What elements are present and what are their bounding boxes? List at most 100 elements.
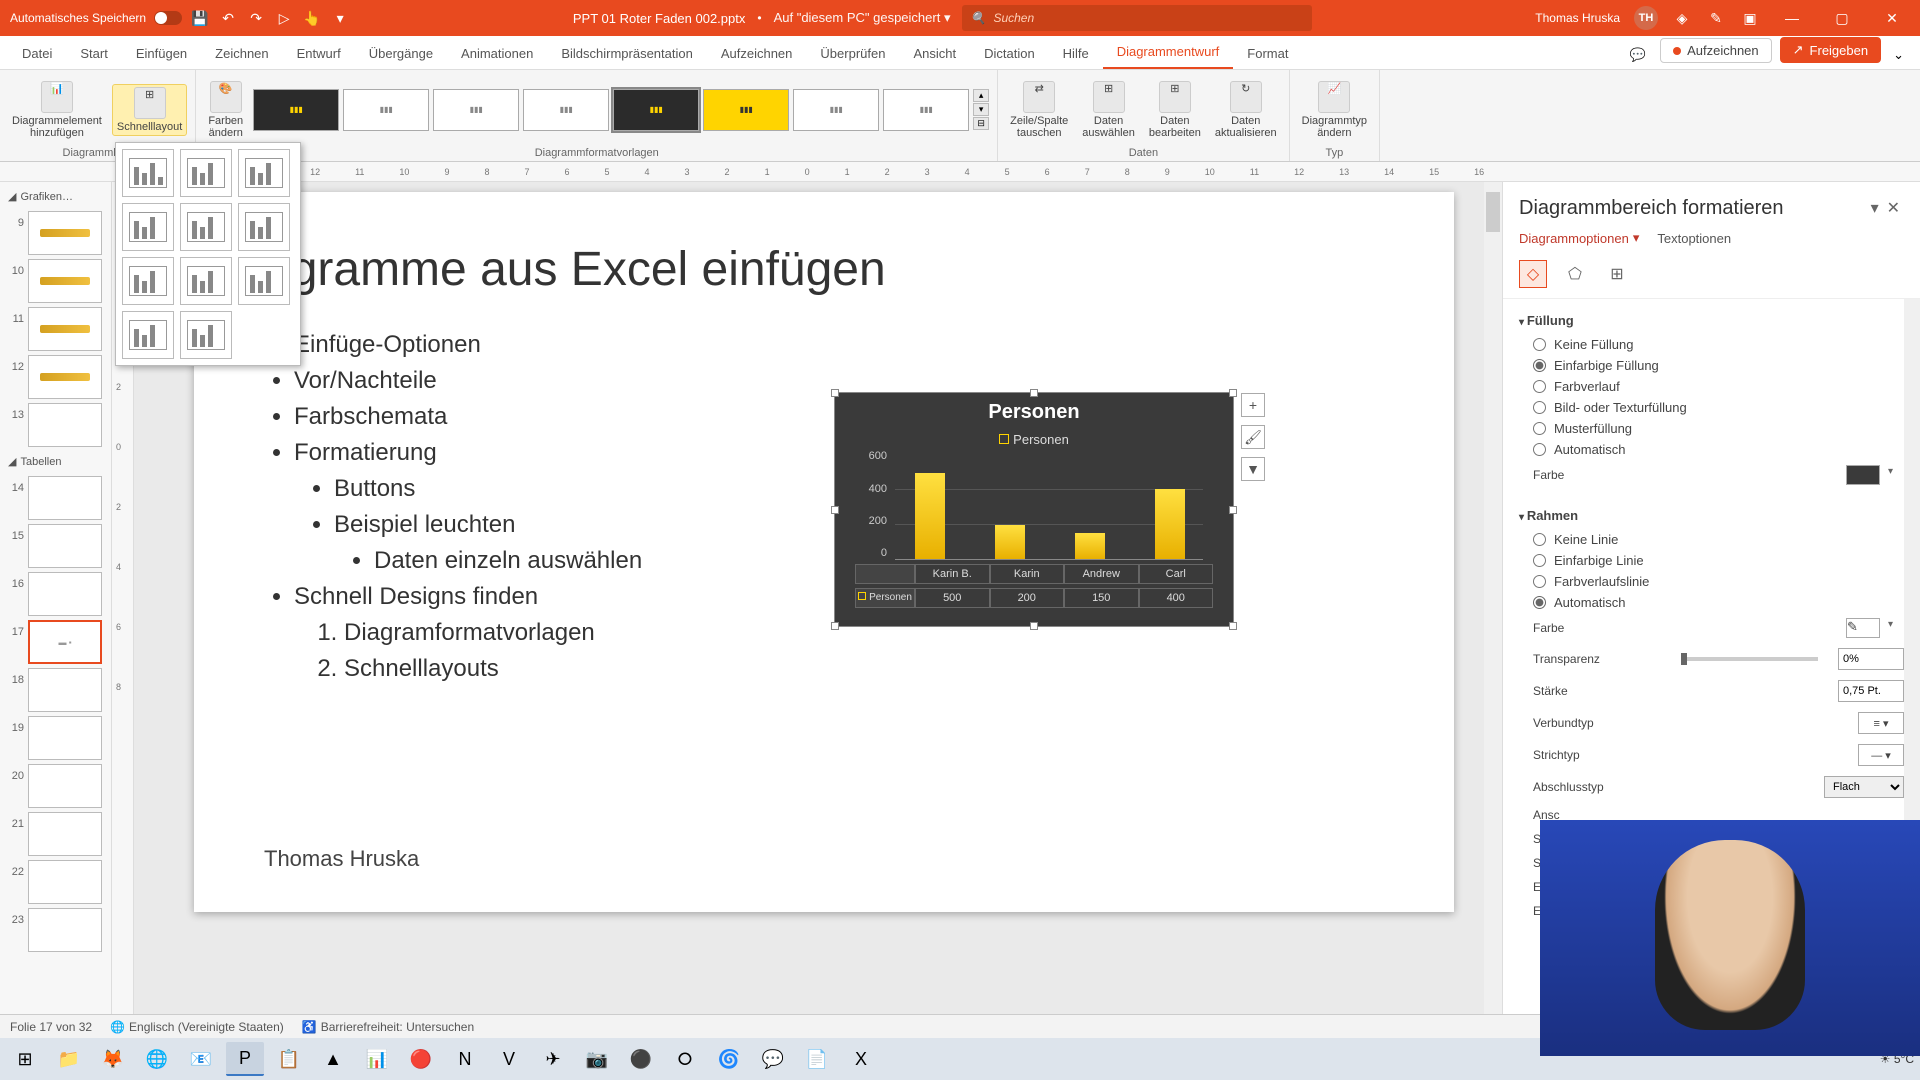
slide-thumbnails[interactable]: ◢ Grafiken… 9 10 11 12 13 ◢ Tabellen 14 … (0, 182, 112, 1014)
chart-bar-2[interactable] (995, 525, 1025, 559)
minimize-button[interactable]: — (1774, 0, 1810, 36)
quicklayout-7[interactable] (122, 257, 174, 305)
daten-bearbeiten-button[interactable]: ⊞Daten bearbeiten (1145, 79, 1205, 141)
slide-thumb-10[interactable] (28, 259, 102, 303)
chart-filter-button[interactable]: ▼ (1241, 457, 1265, 481)
current-slide[interactable]: agramme aus Excel einfügen Einfüge-Optio… (194, 192, 1454, 912)
chart-object[interactable]: Personen Personen 600 400 200 0 Karin (834, 392, 1234, 627)
gallery-down-icon[interactable]: ▾ (973, 103, 989, 116)
tab-einfuegen[interactable]: Einfügen (122, 38, 201, 69)
user-name[interactable]: Thomas Hruska (1535, 11, 1620, 25)
visio-icon[interactable]: V (490, 1042, 528, 1076)
chart-style-1[interactable]: ▮▮▮ (253, 89, 339, 131)
app-icon-6[interactable]: 🌀 (710, 1042, 748, 1076)
start-menu-icon[interactable]: ⊞ (6, 1042, 44, 1076)
undo-icon[interactable]: ↶ (218, 8, 238, 28)
slide-thumb-13[interactable] (28, 403, 102, 447)
chart-title[interactable]: Personen (835, 393, 1233, 432)
slide-counter[interactable]: Folie 17 von 32 (10, 1020, 92, 1034)
slide-thumb-22[interactable] (28, 860, 102, 904)
tab-hilfe[interactable]: Hilfe (1049, 38, 1103, 69)
maximize-button[interactable]: ▢ (1824, 0, 1860, 36)
pen-icon[interactable]: ✎ (1706, 8, 1726, 28)
slide-thumb-12[interactable] (28, 355, 102, 399)
abschlusstyp-select[interactable]: Flach (1824, 776, 1904, 798)
transparenz-input[interactable] (1838, 648, 1904, 670)
collapse-ribbon-icon[interactable]: ⌄ (1885, 41, 1912, 69)
tab-diagrammoptionen[interactable]: Diagrammoptionen ▾ (1519, 230, 1639, 246)
format-pane-dropdown-icon[interactable]: ▾ (1867, 194, 1883, 222)
chart-bar-4[interactable] (1155, 489, 1185, 559)
language-status[interactable]: 🌐 Englisch (Vereinigte Staaten) (110, 1020, 284, 1034)
slide-thumb-21[interactable] (28, 812, 102, 856)
gallery-more-icon[interactable]: ⊟ (973, 117, 989, 130)
quicklayout-1[interactable] (122, 149, 174, 197)
slide-thumb-19[interactable] (28, 716, 102, 760)
window-icon[interactable]: ▣ (1740, 8, 1760, 28)
strichtyp-select[interactable]: — ▾ (1858, 744, 1904, 766)
fill-line-icon[interactable]: ◇ (1519, 260, 1547, 288)
slide-title[interactable]: agramme aus Excel einfügen (264, 242, 1384, 297)
powerpoint-icon[interactable]: P (226, 1042, 264, 1076)
chart-style-7[interactable]: ▮▮▮ (793, 89, 879, 131)
app-icon-5[interactable]: ⭘ (666, 1042, 704, 1076)
fill-color-swatch[interactable] (1846, 465, 1880, 485)
quicklayout-9[interactable] (238, 257, 290, 305)
comments-button[interactable]: 💬 (1620, 41, 1656, 69)
qat-more-icon[interactable]: ▾ (330, 8, 350, 28)
zeile-spalte-button[interactable]: ⇄Zeile/Spalte tauschen (1006, 79, 1072, 141)
quicklayout-8[interactable] (180, 257, 232, 305)
canvas-scrollbar[interactable] (1484, 182, 1502, 1014)
slideshow-icon[interactable]: ▷ (274, 8, 294, 28)
chart-plus-button[interactable]: + (1241, 393, 1265, 417)
chart-plot-area[interactable]: 600 400 200 0 (895, 455, 1203, 560)
app-icon-3[interactable]: 🔴 (402, 1042, 440, 1076)
chart-style-5[interactable]: ▮▮▮ (613, 89, 699, 131)
user-avatar[interactable]: TH (1634, 6, 1658, 30)
tab-bildschirmpraesentation[interactable]: Bildschirmpräsentation (547, 38, 707, 69)
gallery-up-icon[interactable]: ▴ (973, 89, 989, 102)
chart-style-8[interactable]: ▮▮▮ (883, 89, 969, 131)
redo-icon[interactable]: ↷ (246, 8, 266, 28)
slide-thumb-18[interactable] (28, 668, 102, 712)
quicklayout-5[interactable] (180, 203, 232, 251)
save-icon[interactable]: 💾 (190, 8, 210, 28)
accessibility-status[interactable]: ♿ Barrierefreiheit: Untersuchen (302, 1020, 474, 1034)
radio-einfarbige-linie[interactable] (1533, 554, 1546, 567)
chart-style-2[interactable]: ▮▮▮ (343, 89, 429, 131)
tab-uebergaenge[interactable]: Übergänge (355, 38, 447, 69)
chart-style-4[interactable]: ▮▮▮ (523, 89, 609, 131)
onenote-icon[interactable]: N (446, 1042, 484, 1076)
radio-automatisch-fill[interactable] (1533, 443, 1546, 456)
tab-textoptionen[interactable]: Textoptionen (1657, 230, 1731, 246)
slide-thumb-17[interactable]: ▬ ▪ (28, 620, 102, 664)
effects-icon[interactable]: ⬠ (1561, 260, 1589, 288)
slide-footer[interactable]: Thomas Hruska (264, 846, 419, 872)
freigeben-button[interactable]: ↗Freigeben (1780, 37, 1881, 63)
chart-style-gallery[interactable]: ▮▮▮ ▮▮▮ ▮▮▮ ▮▮▮ ▮▮▮ ▮▮▮ ▮▮▮ ▮▮▮ ▴ ▾ ⊟ (253, 89, 989, 131)
staerke-input[interactable] (1838, 680, 1904, 702)
explorer-icon[interactable]: 📁 (50, 1042, 88, 1076)
app-icon-8[interactable]: 📄 (798, 1042, 836, 1076)
vlc-icon[interactable]: ▲ (314, 1042, 352, 1076)
search-input[interactable]: 🔍 Suchen (962, 5, 1312, 31)
section-tabellen[interactable]: ◢ Tabellen (6, 451, 105, 472)
tab-diagrammentwurf[interactable]: Diagrammentwurf (1103, 36, 1234, 69)
slide-thumb-16[interactable] (28, 572, 102, 616)
daten-aktualisieren-button[interactable]: ↻Daten aktualisieren (1211, 79, 1281, 141)
section-fuellung[interactable]: Füllung (1519, 307, 1904, 334)
tab-ansicht[interactable]: Ansicht (899, 38, 970, 69)
diamond-icon[interactable]: ◈ (1672, 8, 1692, 28)
app-icon-2[interactable]: 📊 (358, 1042, 396, 1076)
size-props-icon[interactable]: ⊞ (1603, 260, 1631, 288)
diagrammelement-button[interactable]: 📊Diagrammelement hinzufügen (8, 79, 106, 141)
app-icon-4[interactable]: 📷 (578, 1042, 616, 1076)
verbundtyp-select[interactable]: ≡ ▾ (1858, 712, 1904, 734)
app-icon-7[interactable]: 💬 (754, 1042, 792, 1076)
firefox-icon[interactable]: 🦊 (94, 1042, 132, 1076)
slide-thumb-15[interactable] (28, 524, 102, 568)
tab-ueberpruefen[interactable]: Überprüfen (806, 38, 899, 69)
tab-animationen[interactable]: Animationen (447, 38, 547, 69)
obs-icon[interactable]: ⚫ (622, 1042, 660, 1076)
chrome-icon[interactable]: 🌐 (138, 1042, 176, 1076)
